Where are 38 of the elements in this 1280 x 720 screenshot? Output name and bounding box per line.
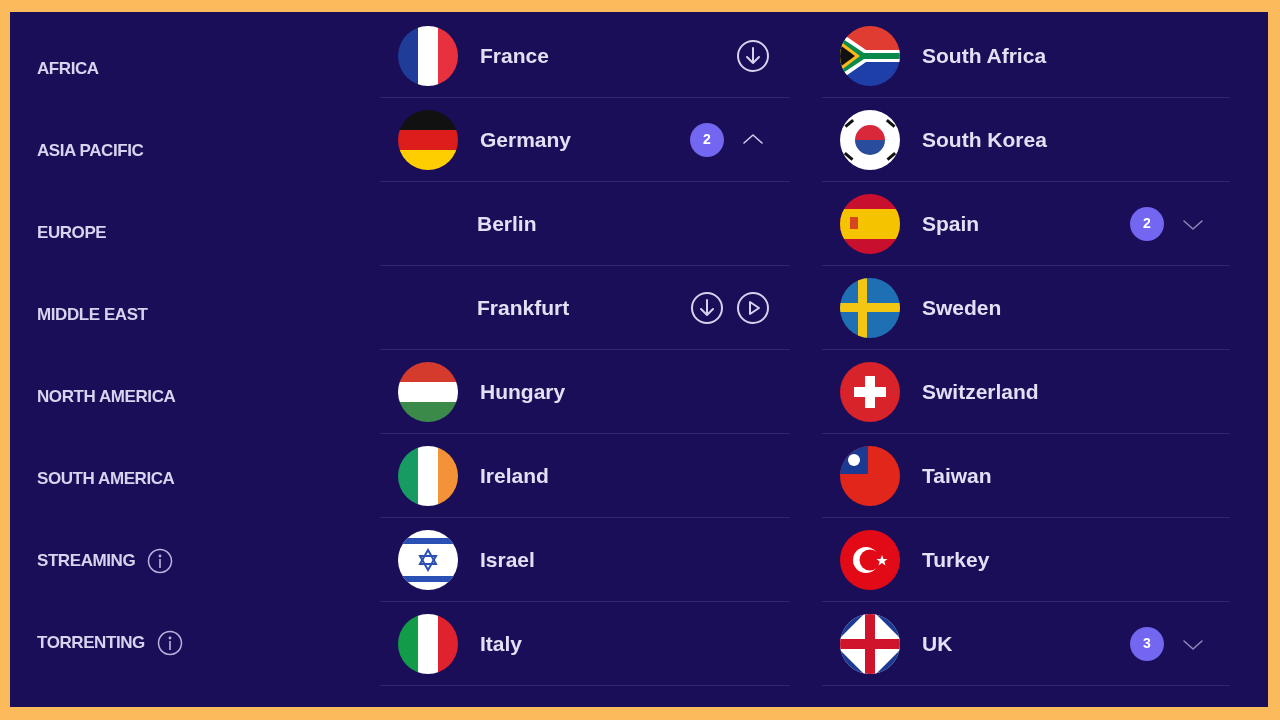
irish-flag-icon bbox=[398, 445, 458, 506]
country-name[interactable]: South Africa bbox=[922, 39, 1047, 72]
region-link[interactable]: ASIA PACIFIC bbox=[37, 138, 144, 164]
country-name[interactable]: Switzerland bbox=[922, 375, 1039, 408]
region-link[interactable]: STREAMING bbox=[37, 548, 136, 574]
region-link[interactable]: SOUTH AMERICA bbox=[37, 466, 175, 492]
hungarian-flag-icon bbox=[398, 361, 458, 422]
country-name[interactable]: South Korea bbox=[922, 123, 1047, 156]
count-badge: 2 bbox=[690, 122, 724, 157]
region-link[interactable]: EUROPE bbox=[37, 220, 107, 246]
region-link[interactable]: NORTH AMERICA bbox=[37, 384, 176, 410]
country-name[interactable]: Ireland bbox=[480, 459, 549, 492]
italian-flag-icon bbox=[398, 613, 458, 674]
download-icon[interactable] bbox=[736, 38, 770, 73]
country-name[interactable]: UK bbox=[922, 627, 953, 660]
info-icon[interactable] bbox=[156, 630, 183, 656]
country-name[interactable]: Taiwan bbox=[922, 459, 992, 492]
city-name[interactable]: Frankfurt bbox=[477, 291, 570, 324]
region-link[interactable]: MIDDLE EAST bbox=[37, 302, 148, 328]
count-badge: 3 bbox=[1130, 626, 1164, 661]
country-name[interactable]: Turkey bbox=[922, 543, 990, 576]
country-name[interactable]: Israel bbox=[480, 543, 535, 576]
french-flag-icon bbox=[398, 25, 458, 86]
country-name[interactable]: Germany bbox=[480, 123, 572, 156]
country-name[interactable]: France bbox=[480, 39, 549, 72]
country-name[interactable]: Sweden bbox=[922, 291, 1002, 324]
country-name[interactable]: Spain bbox=[922, 207, 980, 240]
play-icon[interactable] bbox=[736, 290, 770, 325]
download-icon[interactable] bbox=[690, 290, 724, 325]
count-badge: 2 bbox=[1130, 206, 1164, 241]
info-icon[interactable] bbox=[147, 548, 174, 574]
country-name[interactable]: Italy bbox=[480, 627, 523, 660]
country-name[interactable]: Hungary bbox=[480, 375, 566, 408]
south-african-flag-icon bbox=[840, 25, 900, 86]
region-link[interactable]: AFRICA bbox=[37, 56, 99, 82]
city-name[interactable]: Berlin bbox=[477, 207, 537, 240]
german-flag-icon bbox=[398, 109, 458, 170]
region-link[interactable]: TORRENTING bbox=[37, 630, 145, 656]
